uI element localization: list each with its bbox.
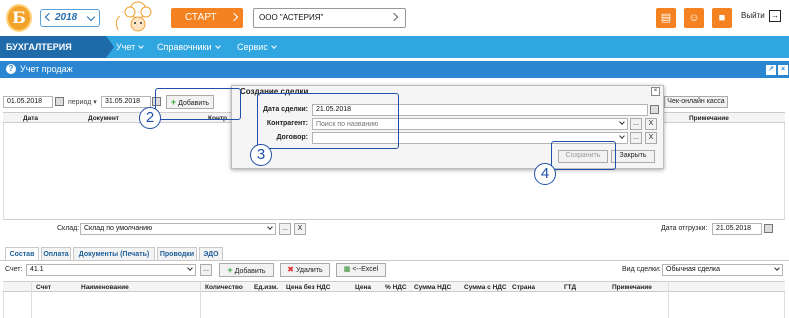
warehouse-clear-button[interactable]: X bbox=[294, 223, 306, 235]
section-brand[interactable]: БУХГАЛТЕРИЯ bbox=[0, 36, 106, 58]
nav-item-label: Учет bbox=[116, 42, 136, 52]
warehouse-lookup-button[interactable]: ... bbox=[279, 223, 291, 235]
deal-type-label: Вид сделки: bbox=[622, 266, 661, 273]
counterparty-lookup-button[interactable]: ... bbox=[630, 118, 642, 130]
close-icon[interactable]: × bbox=[778, 65, 788, 75]
app-logo: Б bbox=[6, 4, 32, 32]
support-icon[interactable]: ☺ bbox=[684, 8, 704, 28]
column-divider bbox=[200, 281, 201, 318]
deal-type-select[interactable]: Обычная сделка bbox=[662, 264, 783, 276]
calendar-icon[interactable] bbox=[764, 224, 773, 233]
tab-edo[interactable]: ЭДО bbox=[199, 247, 223, 260]
date-to-input[interactable]: 31.05.2018 bbox=[101, 96, 151, 108]
page-title: Учет продаж bbox=[0, 61, 789, 78]
warehouse-select[interactable]: Склад по умолчанию bbox=[80, 223, 276, 235]
calendar-icon[interactable] bbox=[55, 97, 64, 106]
nav-item-uchet[interactable]: Учет bbox=[116, 36, 145, 58]
annotation-marker-4: 4 bbox=[534, 163, 556, 185]
nav-item-spravochniki[interactable]: Справочники bbox=[157, 36, 221, 58]
tab-provodki[interactable]: Проводки bbox=[157, 247, 197, 260]
nav-item-servis[interactable]: Сервис bbox=[237, 36, 277, 58]
expand-icon[interactable]: ↗ bbox=[766, 65, 776, 75]
dialog-close-icon[interactable]: × bbox=[651, 87, 660, 96]
organization-selector[interactable]: ООО "АСТЕРИЯ" bbox=[253, 8, 406, 28]
user-icon[interactable]: ■ bbox=[712, 8, 732, 28]
account-select[interactable]: 41.1 bbox=[26, 264, 196, 276]
excel-label: <--Excel bbox=[352, 266, 379, 273]
chevron-down-icon bbox=[138, 43, 145, 49]
contract-lookup-button[interactable]: ... bbox=[630, 132, 642, 144]
logout-link[interactable]: Выйти bbox=[741, 11, 765, 20]
ship-date-label: Дата отгрузки: bbox=[661, 225, 708, 232]
account-lookup-button[interactable]: ... bbox=[200, 264, 212, 276]
brand-arrow bbox=[106, 36, 114, 58]
annotation-box-3 bbox=[257, 93, 399, 149]
book-icon[interactable]: ▤ bbox=[656, 8, 676, 28]
plus-icon: + bbox=[227, 265, 233, 275]
ship-date-input[interactable]: 21.05.2018 bbox=[712, 223, 762, 235]
delete-item-label: Удалить bbox=[295, 267, 323, 274]
online-kassa-button[interactable]: Чек-онлайн касса bbox=[664, 96, 728, 108]
annotation-box-4 bbox=[551, 141, 616, 170]
column-divider bbox=[668, 281, 669, 318]
excel-icon: ▦ bbox=[343, 266, 351, 273]
chef-mascot-icon bbox=[115, 1, 152, 32]
delete-icon: ✖ bbox=[287, 265, 294, 274]
date-from-input[interactable]: 01.05.2018 bbox=[3, 96, 53, 108]
period-dropdown[interactable]: период ▾ bbox=[68, 98, 97, 106]
help-icon[interactable]: ? bbox=[6, 64, 16, 74]
tabs-divider bbox=[0, 260, 789, 261]
account-label: Счет: bbox=[5, 266, 23, 273]
chevron-down-icon bbox=[270, 43, 277, 49]
contract-clear-button[interactable]: X bbox=[645, 132, 657, 144]
add-item-button[interactable]: + Добавить bbox=[219, 263, 274, 277]
close-dialog-button[interactable]: Закрыть bbox=[611, 150, 655, 163]
tab-sostav[interactable]: Состав bbox=[5, 247, 39, 260]
calendar-icon[interactable] bbox=[650, 105, 659, 114]
warehouse-label: Склад: bbox=[57, 225, 80, 232]
excel-import-button[interactable]: ▦ <--Excel bbox=[336, 263, 386, 277]
annotation-marker-2: 2 bbox=[139, 107, 161, 129]
add-item-label: Добавить bbox=[234, 268, 266, 275]
column-divider bbox=[31, 281, 32, 318]
logout-icon[interactable]: → bbox=[769, 10, 781, 22]
period-label: период bbox=[68, 99, 92, 106]
delete-item-button[interactable]: ✖ Удалить bbox=[280, 263, 330, 277]
annotation-marker-3: 3 bbox=[250, 144, 272, 166]
nav-item-label: Справочники bbox=[157, 42, 212, 52]
nav-item-label: Сервис bbox=[237, 42, 268, 52]
tab-oplata[interactable]: Оплата bbox=[41, 247, 71, 260]
tab-documents[interactable]: Документы (Печать) bbox=[73, 247, 155, 260]
chevron-down-icon bbox=[214, 43, 221, 49]
annotation-box-2 bbox=[155, 88, 241, 120]
counterparty-clear-button[interactable]: X bbox=[645, 118, 657, 130]
